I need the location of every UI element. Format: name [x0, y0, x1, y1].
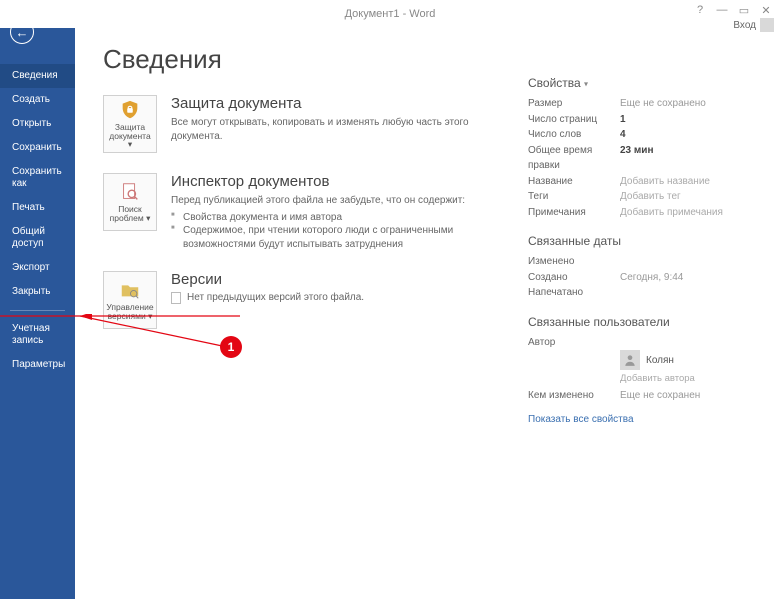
- inspect-document-button[interactable]: Поиск проблем ▾: [103, 173, 157, 231]
- prop-notes-label: Примечания: [528, 205, 620, 221]
- inspect-bullet: Свойства документа и имя автора: [171, 211, 510, 225]
- prop-tags-value[interactable]: Добавить тег: [620, 189, 681, 205]
- user-avatar-icon[interactable]: [760, 18, 774, 32]
- author-entry[interactable]: Колян: [620, 350, 758, 370]
- inspect-tile-label: Поиск проблем ▾: [106, 205, 154, 223]
- backstage-sidebar: ← Сведения Создать Открыть Сохранить Сох…: [0, 28, 75, 599]
- prop-pages-value: 1: [620, 112, 626, 128]
- properties-heading[interactable]: Свойства ▾: [528, 76, 758, 90]
- versions-folder-icon: [119, 279, 141, 301]
- inspect-bullet: Содержимое, при чтении которого люди с о…: [171, 224, 510, 251]
- person-icon: [620, 350, 640, 370]
- back-button[interactable]: ←: [10, 20, 34, 44]
- prop-size-value: Еще не сохранено: [620, 96, 706, 112]
- sidebar-item-print[interactable]: Печать: [0, 196, 75, 220]
- prop-words-label: Число слов: [528, 127, 620, 143]
- restore-icon[interactable]: ▭: [736, 2, 752, 18]
- prop-edittime-label: Общее время правки: [528, 143, 620, 174]
- versions-tile-label: Управление версиями ▾: [106, 303, 154, 321]
- versions-heading: Версии: [171, 271, 510, 288]
- author-label: Автор: [528, 335, 620, 351]
- prop-notes-value[interactable]: Добавить примечания: [620, 205, 723, 221]
- login-link[interactable]: Вход: [733, 20, 756, 31]
- versions-none-text: Нет предыдущих версий этого файла.: [187, 292, 364, 303]
- minimize-icon[interactable]: —: [714, 2, 730, 18]
- author-name: Колян: [646, 355, 674, 366]
- date-printed-label: Напечатано: [528, 285, 620, 301]
- chevron-down-icon: ▾: [584, 79, 588, 88]
- prop-tags-label: Теги: [528, 189, 620, 205]
- window-title: Документ1 - Word: [345, 8, 436, 20]
- show-all-properties-link[interactable]: Показать все свойства: [528, 414, 758, 425]
- document-icon: [171, 292, 181, 304]
- sidebar-item-account[interactable]: Учетная запись: [0, 317, 75, 353]
- date-created-label: Создано: [528, 270, 620, 286]
- sidebar-item-saveas[interactable]: Сохранить как: [0, 160, 75, 196]
- lock-shield-icon: [119, 99, 141, 121]
- sidebar-item-open[interactable]: Открыть: [0, 112, 75, 136]
- section-protect: Защита документа ▾ Защита документа Все …: [103, 95, 510, 153]
- properties-panel: Свойства ▾ РазмерЕще не сохранено Число …: [528, 44, 758, 599]
- changedby-label: Кем изменено: [528, 388, 620, 404]
- prop-pages-label: Число страниц: [528, 112, 620, 128]
- section-inspect: Поиск проблем ▾ Инспектор документов Пер…: [103, 173, 510, 251]
- sidebar-item-close[interactable]: Закрыть: [0, 280, 75, 304]
- dates-heading: Связанные даты: [528, 234, 758, 248]
- protect-desc: Все могут открывать, копировать и изменя…: [171, 116, 510, 143]
- prop-title-value[interactable]: Добавить название: [620, 174, 710, 190]
- sidebar-item-info[interactable]: Сведения: [0, 64, 75, 88]
- protect-tile-label: Защита документа ▾: [106, 123, 154, 150]
- protect-document-button[interactable]: Защита документа ▾: [103, 95, 157, 153]
- prop-size-label: Размер: [528, 96, 620, 112]
- sidebar-item-options[interactable]: Параметры: [0, 353, 75, 377]
- sidebar-item-export[interactable]: Экспорт: [0, 256, 75, 280]
- date-modified-label: Изменено: [528, 254, 620, 270]
- date-created-value: Сегодня, 9:44: [620, 270, 683, 286]
- section-versions: Управление версиями ▾ Версии Нет предыду…: [103, 271, 510, 329]
- sidebar-separator: [10, 310, 65, 311]
- inspect-desc: Перед публикацией этого файла не забудьт…: [171, 194, 510, 208]
- page-title: Сведения: [103, 44, 510, 75]
- changedby-value: Еще не сохранен: [620, 388, 700, 404]
- protect-heading: Защита документа: [171, 95, 510, 112]
- sidebar-item-save[interactable]: Сохранить: [0, 136, 75, 160]
- people-heading: Связанные пользователи: [528, 315, 758, 329]
- help-icon[interactable]: ?: [692, 2, 708, 18]
- magnifier-doc-icon: [119, 181, 141, 203]
- manage-versions-button[interactable]: Управление версиями ▾: [103, 271, 157, 329]
- annotation-badge: 1: [220, 336, 242, 358]
- add-author-link[interactable]: Добавить автора: [620, 373, 758, 384]
- sidebar-item-share[interactable]: Общий доступ: [0, 220, 75, 256]
- inspect-heading: Инспектор документов: [171, 173, 510, 190]
- prop-edittime-value: 23 мин: [620, 143, 654, 174]
- prop-words-value: 4: [620, 127, 626, 143]
- prop-title-label: Название: [528, 174, 620, 190]
- close-icon[interactable]: ✕: [758, 2, 774, 18]
- sidebar-item-new[interactable]: Создать: [0, 88, 75, 112]
